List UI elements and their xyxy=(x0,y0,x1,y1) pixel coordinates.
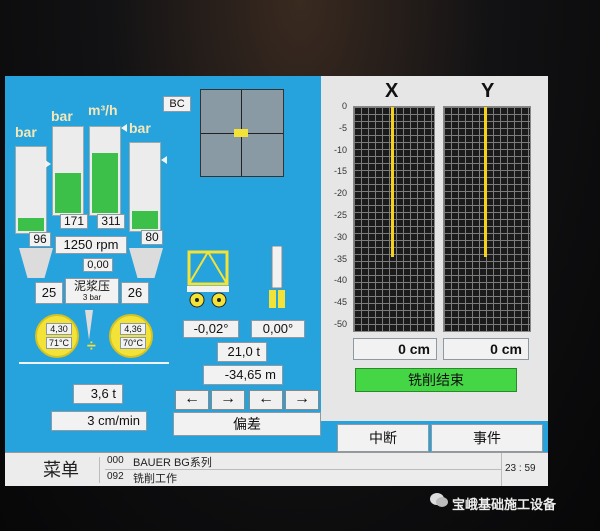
gauge-left-outer xyxy=(15,146,47,234)
unit-flow: m³/h xyxy=(88,102,118,118)
pump-left: 4,30 71°C xyxy=(35,314,79,358)
gauge-right-outer xyxy=(129,142,161,232)
y-deviation-line xyxy=(484,107,487,257)
angle-right-display: 0,00° xyxy=(251,320,305,338)
gauge-left-inner-fill xyxy=(55,173,81,213)
cut-end-button[interactable]: 铣削结束 xyxy=(355,368,517,392)
gauge-flow xyxy=(89,126,121,216)
depth-tick: -25 xyxy=(333,210,347,220)
divider-line xyxy=(19,362,169,364)
depth-tick: -20 xyxy=(333,188,347,199)
depth-tick: -15 xyxy=(333,166,347,177)
depth-tick: -30 xyxy=(333,231,347,242)
status-line1-text: BAUER BG系列 xyxy=(133,457,212,469)
x-value-display: 0 cm xyxy=(353,338,437,360)
mud-pressure-sub: 3 bar xyxy=(82,293,102,302)
crosshair-panel xyxy=(200,89,284,177)
unit-bar-left-outer: bar xyxy=(15,124,37,140)
status-divider-v xyxy=(501,453,502,486)
unit-bar-left-inner: bar xyxy=(51,108,73,124)
x-axis-label: X xyxy=(385,80,399,102)
status-line2-code: 092 xyxy=(107,471,124,482)
right-value: 26 xyxy=(121,282,149,304)
event-button[interactable]: 事件 xyxy=(431,424,543,452)
pointer-icon xyxy=(161,156,167,164)
gauge-left-outer-value: 96 xyxy=(29,232,51,247)
depth-tick: 0 xyxy=(341,101,347,111)
mud-pressure: 泥浆压 3 bar xyxy=(65,278,119,304)
watermark-text: 宝峨基础施工设备 xyxy=(452,497,557,512)
center-value: 0,00 xyxy=(83,258,113,272)
gauge-flow-fill xyxy=(92,153,118,213)
gauge-left-inner-value: 171 xyxy=(60,214,88,229)
depth-tick: -40 xyxy=(333,275,347,286)
pump-right: 4,36 70°C xyxy=(109,314,153,358)
rpm-display: 1250 rpm xyxy=(55,236,127,254)
status-divider xyxy=(105,469,501,470)
speed-display: 3 cm/min xyxy=(51,411,147,431)
load-display: 21,0 t xyxy=(217,342,267,362)
x-deviation-graph xyxy=(353,106,435,332)
pump-right-temp: 70°C xyxy=(120,337,146,349)
pump-left-pressure: 4,30 xyxy=(46,323,72,335)
depth-tick: -5 xyxy=(338,122,347,133)
depth-tick: -35 xyxy=(333,253,347,264)
gauge-left-inner xyxy=(52,126,84,216)
clock: 23 : 59 xyxy=(505,463,536,474)
status-line2-text: 铣削工作 xyxy=(133,473,177,485)
cutter-frame-icon xyxy=(185,248,231,310)
wechat-icon xyxy=(430,492,448,508)
cutter-side-icon xyxy=(267,245,287,312)
move-right-button[interactable]: → xyxy=(211,390,245,410)
status-line1-code: 000 xyxy=(107,455,124,466)
move-left-button[interactable]: ← xyxy=(175,390,209,410)
depth-display: -34,65 m xyxy=(203,365,283,385)
funnel-right xyxy=(129,248,163,278)
y-axis-label: Y xyxy=(481,80,495,102)
control-screen: bar bar m³/h bar BC 96 171 311 80 1250 r… xyxy=(5,76,548,486)
x-deviation-line xyxy=(391,107,394,257)
funnel-left xyxy=(19,248,53,278)
y-value-display: 0 cm xyxy=(443,338,529,360)
pump-left-temp: 71°C xyxy=(46,337,72,349)
mud-pressure-label: 泥浆压 xyxy=(73,279,110,293)
interrupt-button[interactable]: 中断 xyxy=(337,424,429,452)
gauge-right-outer-value: 80 xyxy=(141,230,163,245)
gauge-left-outer-fill xyxy=(18,218,44,231)
depth-ticks: 0 -5 -10 -15 -20 -25 -30 -35 -40 -45 -50 xyxy=(321,101,351,330)
depth-tick: -45 xyxy=(333,297,347,308)
weight-display: 3,6 t xyxy=(73,384,123,404)
cutter-tip-icon xyxy=(85,310,93,340)
move-right-button-2[interactable]: → xyxy=(285,390,319,410)
unit-bar-right: bar xyxy=(129,120,151,136)
position-marker-icon xyxy=(234,129,248,137)
pointer-icon xyxy=(121,124,127,132)
bc-button[interactable]: BC xyxy=(163,96,191,112)
move-left-button-2[interactable]: ← xyxy=(249,390,283,410)
status-bar: 菜单 000 BAUER BG系列 092 铣削工作 23 : 59 xyxy=(5,452,548,486)
depth-tick: -50 xyxy=(333,319,347,329)
angle-left-display: -0,02° xyxy=(183,320,239,338)
gauge-flow-value: 311 xyxy=(97,214,125,229)
left-value: 25 xyxy=(35,282,63,304)
depth-tick: -10 xyxy=(333,144,347,155)
pump-right-pressure: 4,36 xyxy=(120,323,146,335)
deviation-button[interactable]: 偏差 xyxy=(173,412,321,436)
y-deviation-graph xyxy=(443,106,531,332)
menu-button[interactable]: 菜单 xyxy=(23,457,100,483)
divider-symbol: ÷ xyxy=(87,338,96,355)
pointer-icon xyxy=(45,160,51,168)
gauge-right-outer-fill xyxy=(132,211,158,229)
